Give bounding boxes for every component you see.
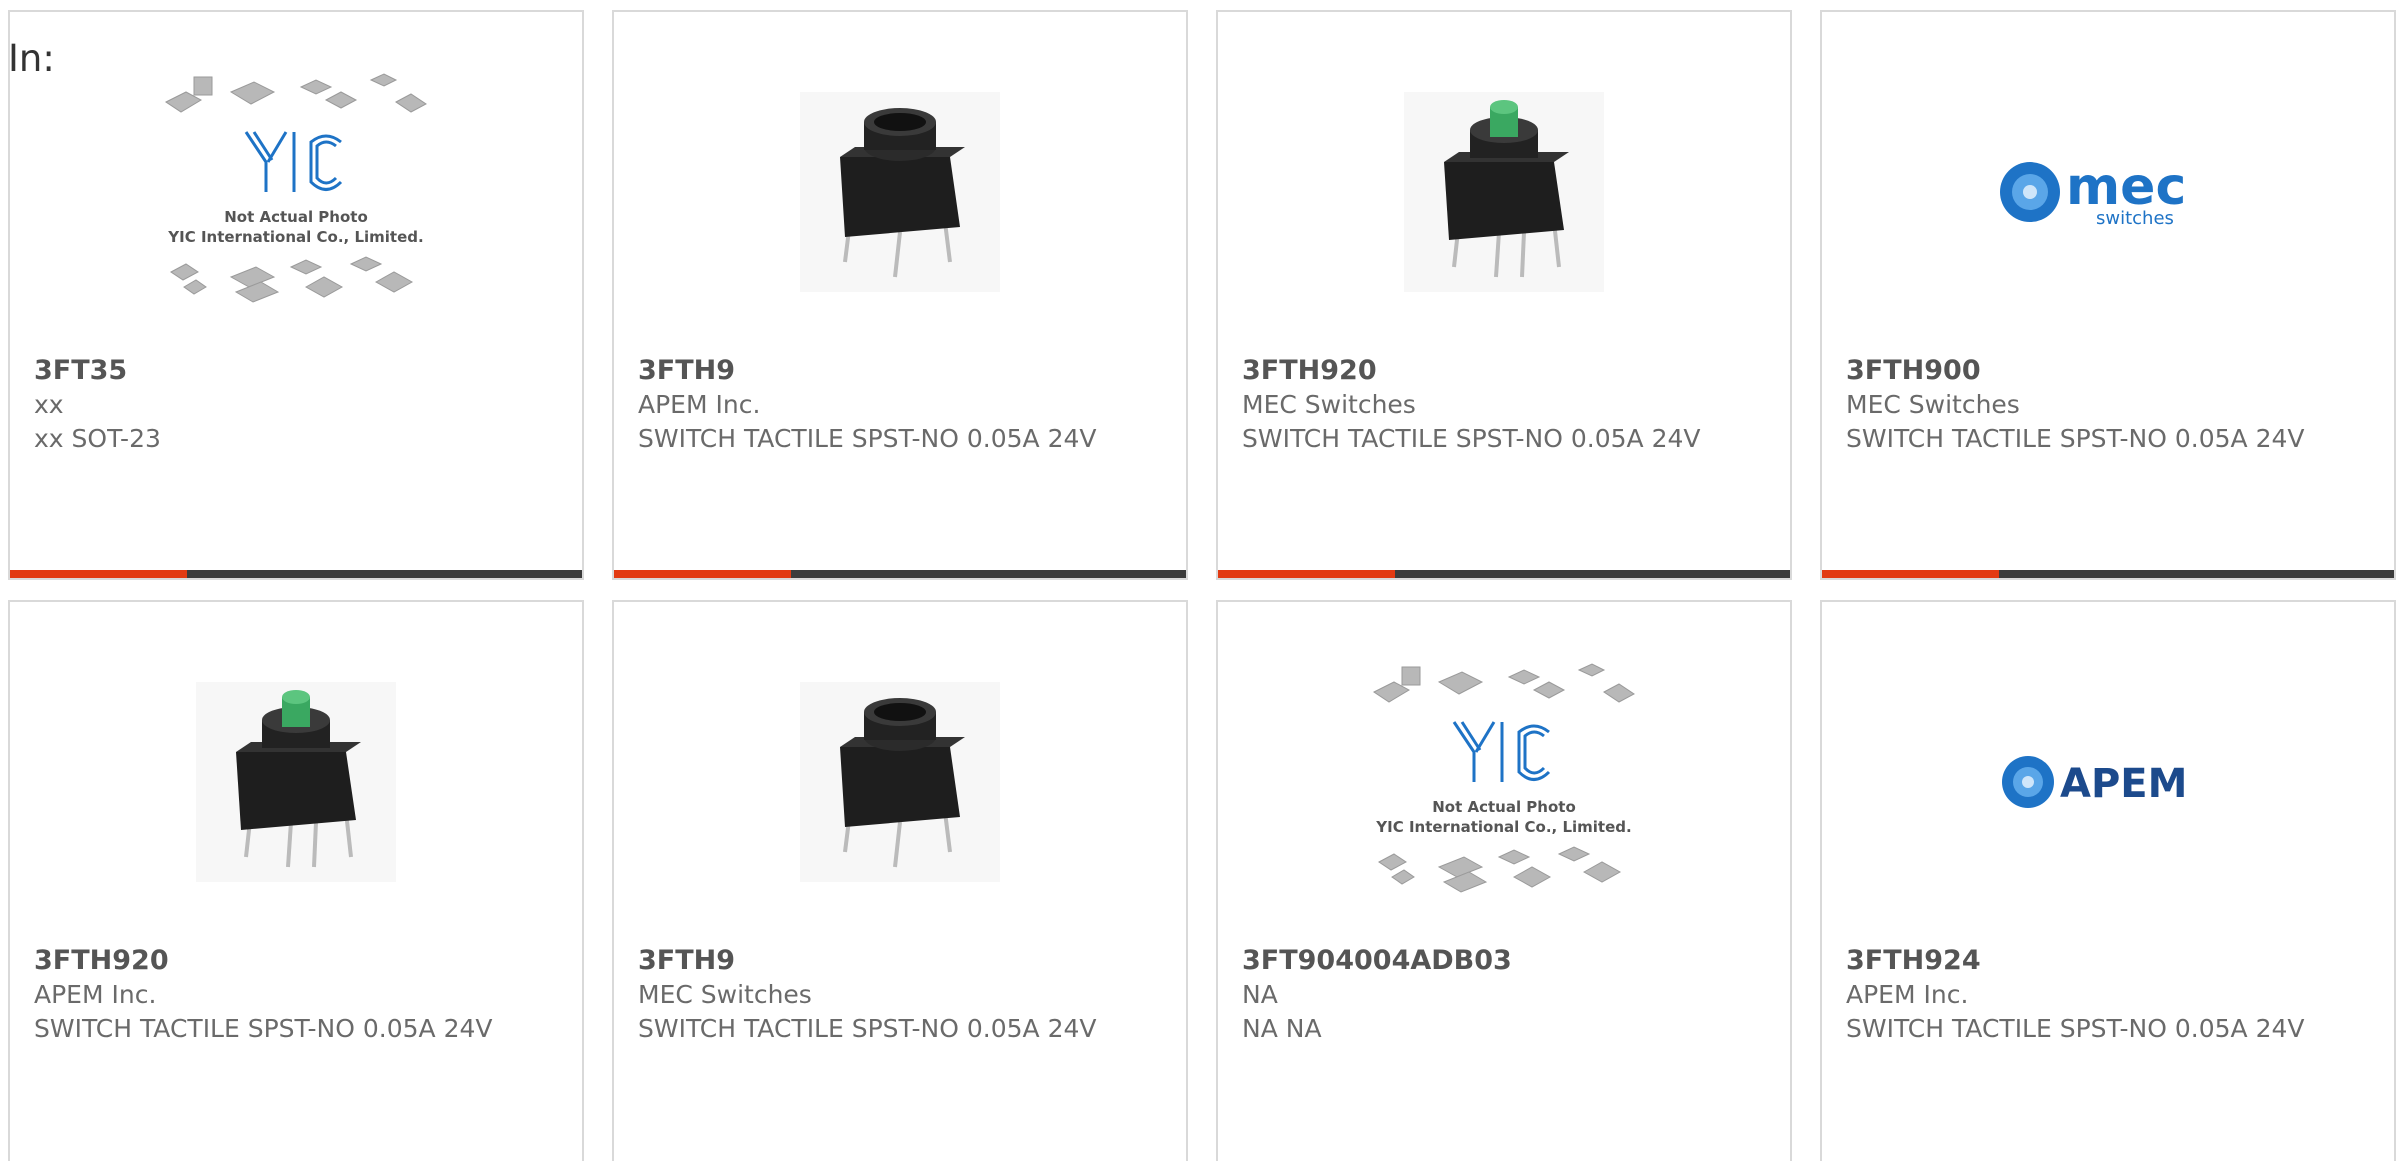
- description: SWITCH TACTILE SPST-NO 0.05A 24V: [1242, 424, 1701, 453]
- part-number[interactable]: 3FTH900: [1846, 354, 2374, 388]
- progress-accent: [10, 570, 188, 578]
- product-image[interactable]: [614, 672, 1186, 892]
- part-number[interactable]: 3FT35: [34, 354, 562, 388]
- mec-logo-icon: mec switches: [2000, 157, 2186, 229]
- description: SWITCH TACTILE SPST-NO 0.05A 24V: [638, 424, 1097, 453]
- product-image[interactable]: [1218, 82, 1790, 302]
- progress-bar: [1218, 570, 1790, 578]
- part-number[interactable]: 3FTH920: [34, 944, 562, 978]
- product-image[interactable]: [614, 82, 1186, 302]
- product-card[interactable]: 3FTH920 APEM Inc. SWITCH TACTILE SPST-NO…: [8, 600, 584, 1161]
- product-meta: 3FTH9 MEC Switches SWITCH TACTILE SPST-N…: [638, 944, 1166, 1046]
- progress-bar: [614, 570, 1186, 578]
- product-card[interactable]: Not Actual Photo YIC International Co., …: [8, 10, 584, 580]
- product-grid-page: In: Not Actual Photo YIC International C…: [0, 0, 2400, 1161]
- product-image[interactable]: Not Actual Photo YIC International Co., …: [10, 73, 582, 303]
- progress-accent: [1822, 570, 2000, 578]
- placeholder-line1: Not Actual Photo: [224, 208, 368, 226]
- tactile-switch-icon: [800, 92, 1000, 292]
- progress-bar: [10, 570, 582, 578]
- manufacturer: MEC Switches: [1242, 390, 1416, 419]
- product-meta: 3FTH900 MEC Switches SWITCH TACTILE SPST…: [1846, 354, 2374, 456]
- progress-accent: [614, 570, 792, 578]
- part-number[interactable]: 3FT904004ADB03: [1242, 944, 1770, 978]
- description: SWITCH TACTILE SPST-NO 0.05A 24V: [1846, 424, 2305, 453]
- tactile-switch-icon: [800, 682, 1000, 882]
- manufacturer: NA: [1242, 980, 1278, 1009]
- manufacturer: MEC Switches: [1846, 390, 2020, 419]
- tactile-switch-green-icon: [1404, 92, 1604, 292]
- product-card[interactable]: Not Actual Photo YIC International Co., …: [1216, 600, 1792, 1161]
- product-card[interactable]: 3FTH920 MEC Switches SWITCH TACTILE SPST…: [1216, 10, 1792, 580]
- manufacturer: APEM Inc.: [1846, 980, 1969, 1009]
- product-meta: 3FTH9 APEM Inc. SWITCH TACTILE SPST-NO 0…: [638, 354, 1166, 456]
- product-meta: 3FTH920 MEC Switches SWITCH TACTILE SPST…: [1242, 354, 1770, 456]
- product-card[interactable]: mec switches 3FTH900 MEC Switches SWITCH…: [1820, 10, 2396, 580]
- placeholder-line2: YIC International Co., Limited.: [1375, 818, 1631, 836]
- description: xx SOT-23: [34, 424, 161, 453]
- product-meta: 3FTH920 APEM Inc. SWITCH TACTILE SPST-NO…: [34, 944, 562, 1046]
- part-number[interactable]: 3FTH924: [1846, 944, 2374, 978]
- progress-bar: [1822, 570, 2394, 578]
- placeholder-line2: YIC International Co., Limited.: [167, 228, 423, 246]
- tactile-switch-green-icon: [196, 682, 396, 882]
- product-card[interactable]: APEM 3FTH924 APEM Inc. SWITCH TACTILE SP…: [1820, 600, 2396, 1161]
- description: SWITCH TACTILE SPST-NO 0.05A 24V: [1846, 1014, 2305, 1043]
- apem-logo-icon: APEM: [2002, 756, 2187, 808]
- mec-logo-sub: switches: [2096, 208, 2174, 229]
- apem-logo-word: APEM: [2060, 761, 2187, 807]
- product-image[interactable]: [10, 672, 582, 892]
- product-meta: 3FTH924 APEM Inc. SWITCH TACTILE SPST-NO…: [1846, 944, 2374, 1046]
- manufacturer: APEM Inc.: [34, 980, 157, 1009]
- product-image[interactable]: Not Actual Photo YIC International Co., …: [1218, 663, 1790, 893]
- description: NA NA: [1242, 1014, 1322, 1043]
- part-number[interactable]: 3FTH920: [1242, 354, 1770, 388]
- product-image[interactable]: APEM: [1822, 672, 2394, 892]
- product-image[interactable]: mec switches: [1822, 82, 2394, 302]
- product-meta: 3FT35 xx xx SOT-23: [34, 354, 562, 456]
- product-meta: 3FT904004ADB03 NA NA NA: [1242, 944, 1770, 1046]
- placeholder-photo-icon: Not Actual Photo YIC International Co., …: [1373, 663, 1635, 893]
- manufacturer: APEM Inc.: [638, 390, 761, 419]
- manufacturer: MEC Switches: [638, 980, 812, 1009]
- product-card[interactable]: 3FTH9 MEC Switches SWITCH TACTILE SPST-N…: [612, 600, 1188, 1161]
- part-number[interactable]: 3FTH9: [638, 944, 1166, 978]
- progress-accent: [1218, 570, 1396, 578]
- product-card[interactable]: 3FTH9 APEM Inc. SWITCH TACTILE SPST-NO 0…: [612, 10, 1188, 580]
- description: SWITCH TACTILE SPST-NO 0.05A 24V: [638, 1014, 1097, 1043]
- placeholder-line1: Not Actual Photo: [1432, 798, 1576, 816]
- part-number[interactable]: 3FTH9: [638, 354, 1166, 388]
- in-label: In:: [8, 37, 55, 80]
- description: SWITCH TACTILE SPST-NO 0.05A 24V: [34, 1014, 493, 1043]
- placeholder-photo-icon: Not Actual Photo YIC International Co., …: [165, 73, 427, 303]
- manufacturer: xx: [34, 390, 64, 419]
